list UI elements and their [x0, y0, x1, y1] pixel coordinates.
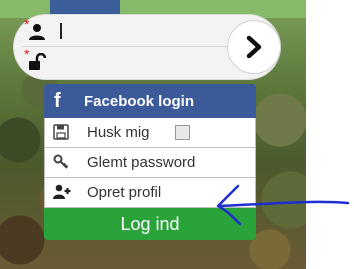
floppy-disk-icon — [53, 124, 69, 140]
chevron-right-icon — [246, 35, 262, 59]
remember-me-checkbox[interactable] — [175, 125, 190, 140]
unlock-icon — [28, 52, 47, 71]
remember-me-label: Husk mig — [87, 124, 150, 141]
login-bar: * * — [14, 15, 280, 79]
password-input[interactable] — [52, 51, 232, 71]
user-icon — [28, 23, 46, 41]
submit-login-button[interactable] — [228, 21, 280, 73]
facebook-icon: f — [54, 90, 61, 112]
field-divider — [22, 46, 228, 47]
forgot-password-label: Glemt password — [87, 154, 196, 171]
facebook-login-label: Facebook login — [84, 93, 195, 110]
annotation-arrow — [216, 184, 350, 226]
screenshot-stage: * * f Facebook login Husk mig Glemt pass… — [0, 0, 354, 269]
add-user-icon — [53, 184, 71, 200]
password-field[interactable]: * — [24, 47, 234, 73]
remember-me-option[interactable]: Husk mig — [44, 118, 256, 148]
username-input[interactable] — [52, 21, 232, 41]
forgot-password-link[interactable]: Glemt password — [44, 148, 256, 178]
key-icon — [53, 154, 69, 170]
facebook-login-button[interactable]: f Facebook login — [44, 84, 256, 118]
username-field[interactable]: * — [24, 17, 234, 43]
create-profile-label: Opret profil — [87, 184, 162, 201]
